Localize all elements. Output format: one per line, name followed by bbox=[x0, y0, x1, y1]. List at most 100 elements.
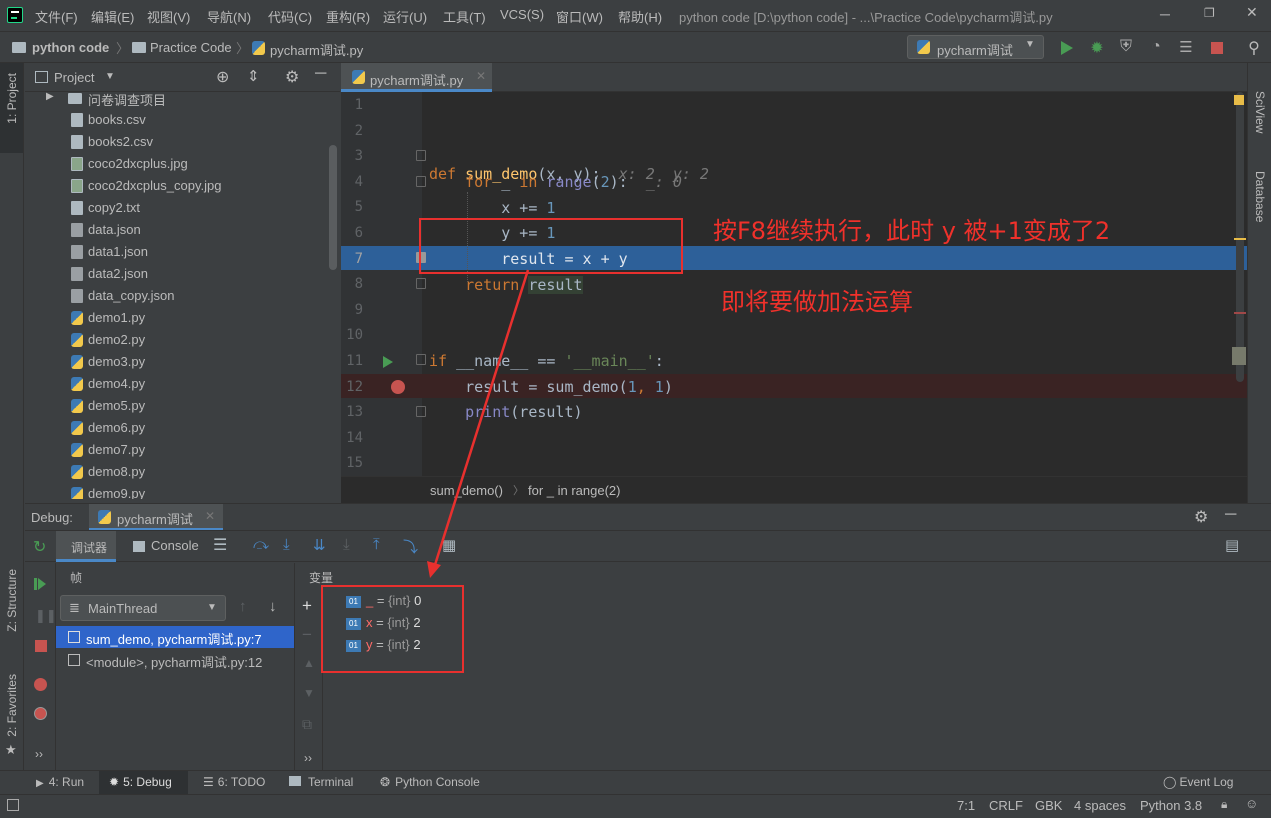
fold-icon[interactable] bbox=[416, 406, 426, 417]
gear-icon[interactable]: ⚙ bbox=[285, 67, 299, 87]
inspector-icon[interactable]: ☺ bbox=[1245, 796, 1258, 811]
debug-icon[interactable]: ✹ bbox=[1087, 38, 1107, 58]
run-tool-tab[interactable]: ▶ 4: Run bbox=[28, 771, 92, 794]
toggle-tool-windows-icon[interactable] bbox=[7, 799, 19, 811]
run-gutter-icon[interactable] bbox=[383, 356, 393, 368]
breadcrumb-file[interactable]: pycharm调试.py bbox=[270, 40, 363, 59]
collapse-all-icon[interactable]: ⇕ bbox=[247, 67, 260, 85]
project-tree-item[interactable]: demo2.py bbox=[25, 329, 325, 351]
minimize-button[interactable]: ─ bbox=[1160, 6, 1174, 22]
chevron-down-icon[interactable]: ▼ bbox=[105, 71, 115, 82]
add-watch-icon[interactable]: + bbox=[302, 596, 312, 616]
project-tree-item[interactable]: data.json bbox=[25, 219, 325, 241]
pause-icon[interactable]: ❚❚ bbox=[35, 608, 57, 624]
step-out-icon[interactable]: ⤒ bbox=[373, 536, 380, 553]
breakpoint-icon[interactable] bbox=[391, 380, 405, 394]
favorites-tool-tab[interactable]: 2: Favorites ★ bbox=[0, 668, 23, 758]
editor-scrollbar[interactable] bbox=[1236, 92, 1244, 382]
frame-row[interactable]: <module>, pycharm调试.py:12 bbox=[56, 649, 294, 671]
todo-tool-tab[interactable]: ☰ 6: TODO bbox=[195, 771, 273, 794]
hide-panel-icon[interactable]: ─ bbox=[1225, 506, 1236, 524]
database-tool-tab[interactable]: Database bbox=[1248, 155, 1271, 235]
menu-item[interactable]: 编辑(E) bbox=[91, 7, 134, 26]
project-tree-item[interactable]: demo5.py bbox=[25, 395, 325, 417]
editor-tab-active[interactable]: pycharm调试.py ✕ bbox=[341, 63, 492, 92]
project-tree-item[interactable]: books2.csv bbox=[25, 131, 325, 153]
mute-breakpoints-icon[interactable] bbox=[34, 707, 47, 720]
project-tree-item[interactable]: coco2dxcplus_copy.jpg bbox=[25, 175, 325, 197]
search-icon[interactable]: ⚲ bbox=[1244, 38, 1264, 58]
breadcrumb-folder[interactable]: Practice Code bbox=[150, 40, 232, 55]
menu-item[interactable]: 重构(R) bbox=[326, 7, 370, 26]
project-tree-item[interactable]: demo8.py bbox=[25, 461, 325, 483]
project-tree-item[interactable]: copy2.txt bbox=[25, 197, 325, 219]
copy-icon[interactable]: ⧉ bbox=[302, 716, 312, 733]
stop-icon[interactable] bbox=[1207, 38, 1227, 58]
project-tree-item[interactable]: demo9.py bbox=[25, 483, 325, 499]
menu-item[interactable]: 视图(V) bbox=[147, 7, 190, 26]
view-breakpoints-icon[interactable] bbox=[34, 678, 47, 691]
menu-item[interactable]: 窗口(W) bbox=[556, 7, 603, 26]
thread-selector[interactable]: ≣ MainThread ▼ bbox=[60, 595, 226, 621]
move-down-icon[interactable]: ▼ bbox=[303, 686, 315, 700]
project-tree-item[interactable]: data1.json bbox=[25, 241, 325, 263]
project-tree-item[interactable]: demo1.py bbox=[25, 307, 325, 329]
console-tab[interactable]: Console bbox=[133, 538, 199, 553]
lock-icon[interactable]: 🔒︎ bbox=[1221, 797, 1227, 812]
fold-icon[interactable] bbox=[416, 354, 426, 365]
project-tree-item[interactable]: demo4.py bbox=[25, 373, 325, 395]
gear-icon[interactable]: ⚙ bbox=[1194, 507, 1208, 527]
show-execution-point-icon[interactable]: ⤼ bbox=[253, 536, 269, 553]
previous-frame-icon[interactable]: ↑ bbox=[239, 598, 247, 615]
line-separator[interactable]: CRLF bbox=[989, 798, 1023, 813]
fold-icon[interactable] bbox=[416, 176, 426, 187]
close-window-button[interactable]: ✕ bbox=[1246, 4, 1260, 20]
run-icon[interactable] bbox=[1058, 38, 1078, 58]
coverage-icon[interactable]: ⛨ bbox=[1116, 38, 1136, 58]
project-tree-item[interactable]: coco2dxcplus.jpg bbox=[25, 153, 325, 175]
structure-tool-tab[interactable]: Z: Structure bbox=[0, 563, 23, 653]
caret-position[interactable]: 7:1 bbox=[957, 798, 975, 813]
debug-tool-tab[interactable]: ✹ 5: Debug bbox=[99, 771, 188, 794]
python-console-tool-tab[interactable]: ❂ Python Console bbox=[372, 771, 488, 794]
menu-item[interactable]: 导航(N) bbox=[207, 7, 251, 26]
frame-row-selected[interactable]: sum_demo, pycharm调试.py:7 bbox=[56, 626, 294, 648]
sciview-tool-tab[interactable]: SciView bbox=[1248, 71, 1271, 141]
project-tree-item[interactable]: data_copy.json bbox=[25, 285, 325, 307]
close-tab-icon[interactable]: ✕ bbox=[476, 69, 486, 83]
step-into-icon[interactable]: ⇊ bbox=[313, 536, 326, 554]
project-tree-item[interactable]: data2.json bbox=[25, 263, 325, 285]
more-icon[interactable]: ›› bbox=[304, 751, 312, 765]
layout-icon[interactable]: ▤ bbox=[1225, 536, 1239, 554]
rerun-icon[interactable]: ↻ bbox=[33, 537, 46, 557]
scrollbar-thumb[interactable] bbox=[1232, 347, 1246, 365]
menu-lines-icon[interactable]: ☰ bbox=[213, 535, 227, 555]
project-scrollbar[interactable] bbox=[329, 145, 337, 270]
project-tree-item[interactable]: demo6.py bbox=[25, 417, 325, 439]
chevron-right-icon[interactable]: ▶ bbox=[46, 91, 54, 102]
remove-watch-icon[interactable]: − bbox=[302, 625, 312, 645]
menu-item[interactable]: 帮助(H) bbox=[618, 7, 662, 26]
breadcrumb-project[interactable]: python code bbox=[32, 40, 109, 55]
locate-file-icon[interactable]: ⊕ bbox=[216, 67, 229, 87]
python-interpreter[interactable]: Python 3.8 bbox=[1140, 798, 1202, 813]
fold-icon[interactable] bbox=[416, 150, 426, 161]
project-tree-item[interactable]: demo3.py bbox=[25, 351, 325, 373]
debug-session-tab[interactable]: pycharm调试 ✕ bbox=[89, 504, 223, 531]
file-encoding[interactable]: GBK bbox=[1035, 798, 1062, 813]
breadcrumb-loop[interactable]: for _ in range(2) bbox=[528, 483, 621, 498]
indent-setting[interactable]: 4 spaces bbox=[1074, 798, 1126, 813]
menu-item[interactable]: VCS(S) bbox=[500, 7, 544, 22]
project-tree-item[interactable]: books.csv bbox=[25, 109, 325, 131]
run-config-dropdown[interactable]: pycharm调试 ▼ bbox=[907, 35, 1044, 59]
event-log-tool-tab[interactable]: ◯ Event Log bbox=[1157, 771, 1241, 794]
resume-icon[interactable] bbox=[34, 578, 46, 593]
close-tab-icon[interactable]: ✕ bbox=[205, 509, 215, 523]
concurrency-icon[interactable]: ☰ bbox=[1176, 38, 1196, 58]
stop-icon[interactable] bbox=[35, 640, 47, 652]
evaluate-expression-icon[interactable]: ▦ bbox=[442, 536, 456, 554]
project-tree-item[interactable]: demo7.py bbox=[25, 439, 325, 461]
menu-item[interactable]: 代码(C) bbox=[268, 7, 312, 26]
restore-button[interactable]: ❐ bbox=[1204, 6, 1218, 20]
step-into-my-code-icon[interactable]: ⤓ bbox=[343, 536, 350, 553]
